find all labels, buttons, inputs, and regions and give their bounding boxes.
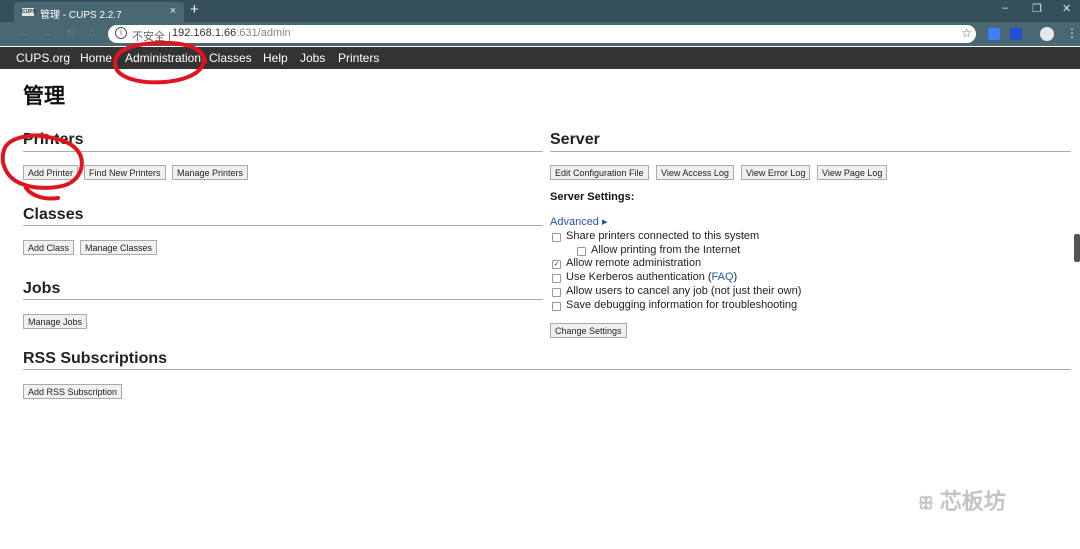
kerberos-checkbox[interactable]: [552, 274, 561, 283]
extension-translate-icon[interactable]: [1010, 28, 1022, 40]
view-page-log-button[interactable]: View Page Log: [817, 165, 888, 180]
browser-tab[interactable]: CUPS 管理 - CUPS 2.2.7 ×: [14, 2, 184, 22]
insecure-label: 不安全 |: [132, 31, 171, 43]
browser-tab-strip: CUPS 管理 - CUPS 2.2.7 × + – ❐ ✕: [0, 0, 1080, 22]
debug-logging-checkbox[interactable]: [552, 302, 561, 311]
remote-admin-label: Allow remote administration: [566, 257, 702, 269]
tab-close-icon[interactable]: ×: [170, 5, 176, 17]
scrollbar-thumb[interactable]: [1074, 234, 1080, 262]
home-icon[interactable]: ⌂: [88, 27, 95, 39]
window-close-icon[interactable]: ✕: [1062, 2, 1071, 15]
server-settings-title: Server Settings:: [550, 191, 635, 203]
browser-menu-icon[interactable]: ⋮: [1066, 27, 1078, 39]
watermark: ꕥ 芯板坊: [918, 484, 1006, 516]
nav-cups-org[interactable]: CUPS.org: [16, 51, 70, 65]
classes-heading: Classes: [23, 206, 84, 223]
printers-heading: Printers: [23, 131, 84, 148]
new-tab-button[interactable]: +: [190, 2, 199, 18]
tab-title: 管理 - CUPS 2.2.7: [40, 10, 122, 21]
browser-toolbar: ← → ↻ ⌂ i 不安全 | 192.168.1.66:631/admin ☆…: [0, 22, 1080, 46]
red-annotation-marks: [0, 40, 207, 201]
server-divider: [550, 151, 1071, 152]
add-printer-button[interactable]: Add Printer: [23, 165, 79, 180]
back-icon[interactable]: ←: [18, 27, 29, 39]
nav-help[interactable]: Help: [263, 51, 288, 65]
kerberos-label-suffix: ): [733, 271, 738, 283]
allow-internet-printing-label: Allow printing from the Internet: [591, 244, 741, 256]
add-class-button[interactable]: Add Class: [23, 240, 75, 255]
nav-administration[interactable]: Administration: [125, 51, 201, 65]
jobs-heading: Jobs: [23, 280, 61, 297]
classes-divider: [23, 225, 543, 226]
reload-icon[interactable]: ↻: [66, 27, 75, 40]
site-info-icon[interactable]: i: [115, 27, 127, 39]
page-title: 管理: [23, 85, 65, 108]
view-access-log-button[interactable]: View Access Log: [656, 165, 734, 180]
forward-icon[interactable]: →: [42, 27, 53, 39]
nav-classes[interactable]: Classes: [209, 51, 252, 65]
url-path: :631/admin: [236, 27, 291, 39]
url-text[interactable]: 192.168.1.66:631/admin: [172, 27, 291, 39]
edit-configuration-file-button[interactable]: Edit Configuration File: [550, 165, 649, 180]
allow-internet-printing-checkbox[interactable]: [577, 247, 586, 256]
change-settings-button[interactable]: Change Settings: [550, 323, 627, 338]
share-printers-checkbox[interactable]: [552, 233, 561, 242]
server-heading: Server: [550, 131, 600, 148]
manage-classes-button[interactable]: Manage Classes: [80, 240, 158, 255]
remote-admin-checkbox[interactable]: ✓: [552, 260, 561, 269]
extension-icon[interactable]: [988, 28, 1000, 40]
restore-icon[interactable]: ❐: [1032, 2, 1042, 15]
rss-heading: RSS Subscriptions: [23, 350, 168, 367]
jobs-divider: [23, 299, 543, 300]
faq-link[interactable]: FAQ: [712, 271, 734, 283]
address-bar[interactable]: i 不安全 | 192.168.1.66:631/admin ☆: [108, 25, 976, 43]
printers-divider: [23, 151, 543, 152]
nav-printers[interactable]: Printers: [338, 51, 379, 65]
cancel-any-job-checkbox[interactable]: [552, 288, 561, 297]
manage-printers-button[interactable]: Manage Printers: [172, 165, 249, 180]
nav-home[interactable]: Home: [80, 51, 112, 65]
cancel-any-job-label: Allow users to cancel any job (not just …: [566, 285, 802, 297]
view-error-log-button[interactable]: View Error Log: [741, 165, 811, 180]
manage-jobs-button[interactable]: Manage Jobs: [23, 314, 88, 329]
debug-logging-label: Save debugging information for troublesh…: [566, 299, 798, 311]
find-new-printers-button[interactable]: Find New Printers: [84, 165, 166, 180]
cups-favicon-icon: CUPS: [22, 8, 36, 16]
rss-divider: [23, 369, 1071, 370]
bookmark-star-icon[interactable]: ☆: [961, 26, 972, 40]
profile-avatar-icon[interactable]: [1040, 27, 1054, 41]
wechat-icon: ꕥ: [918, 494, 934, 513]
cups-nav-bar: CUPS.org Home Administration Classes Hel…: [0, 47, 1080, 69]
kerberos-label-text: Use Kerberos authentication (: [566, 271, 712, 283]
add-rss-subscription-button[interactable]: Add RSS Subscription: [23, 384, 123, 399]
watermark-text: 芯板坊: [939, 489, 1006, 514]
share-printers-label: Share printers connected to this system: [566, 230, 760, 242]
kerberos-label: Use Kerberos authentication (FAQ): [566, 271, 737, 283]
url-host: 192.168.1.66: [172, 27, 237, 39]
minimize-icon[interactable]: –: [1002, 2, 1008, 14]
advanced-toggle-link[interactable]: Advanced ▸: [550, 215, 608, 228]
nav-jobs[interactable]: Jobs: [300, 51, 325, 65]
